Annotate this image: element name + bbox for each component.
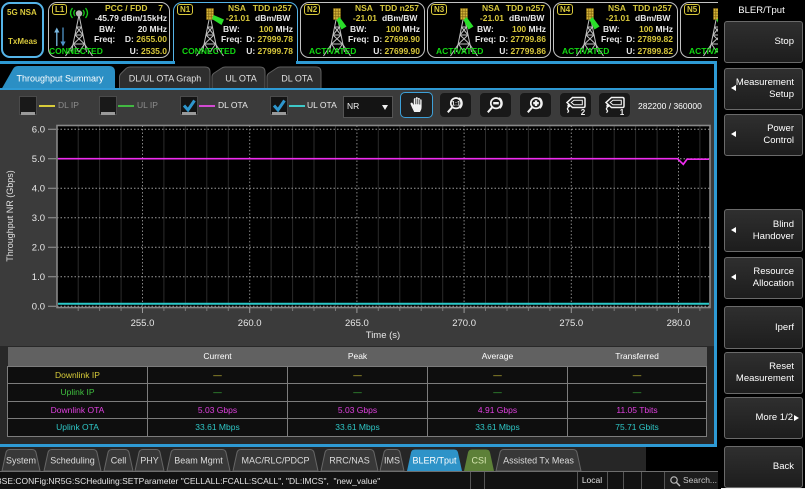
svg-text:CSI: CSI (471, 456, 486, 466)
svg-text:Scheduling: Scheduling (50, 456, 95, 466)
svg-text:MAC/RLC/PDCP: MAC/RLC/PDCP (241, 456, 309, 466)
svg-text:Assisted Tx Meas: Assisted Tx Meas (503, 456, 574, 466)
svg-text:Cell: Cell (111, 456, 127, 466)
svg-text:PHY: PHY (140, 456, 159, 466)
svg-text:System: System (6, 456, 36, 466)
svg-text:Beam Mgmt: Beam Mgmt (174, 456, 223, 466)
svg-text:BLER/Tput: BLER/Tput (412, 456, 457, 466)
svg-text:IMS: IMS (384, 456, 400, 466)
svg-text:RRC/NAS: RRC/NAS (329, 456, 370, 466)
